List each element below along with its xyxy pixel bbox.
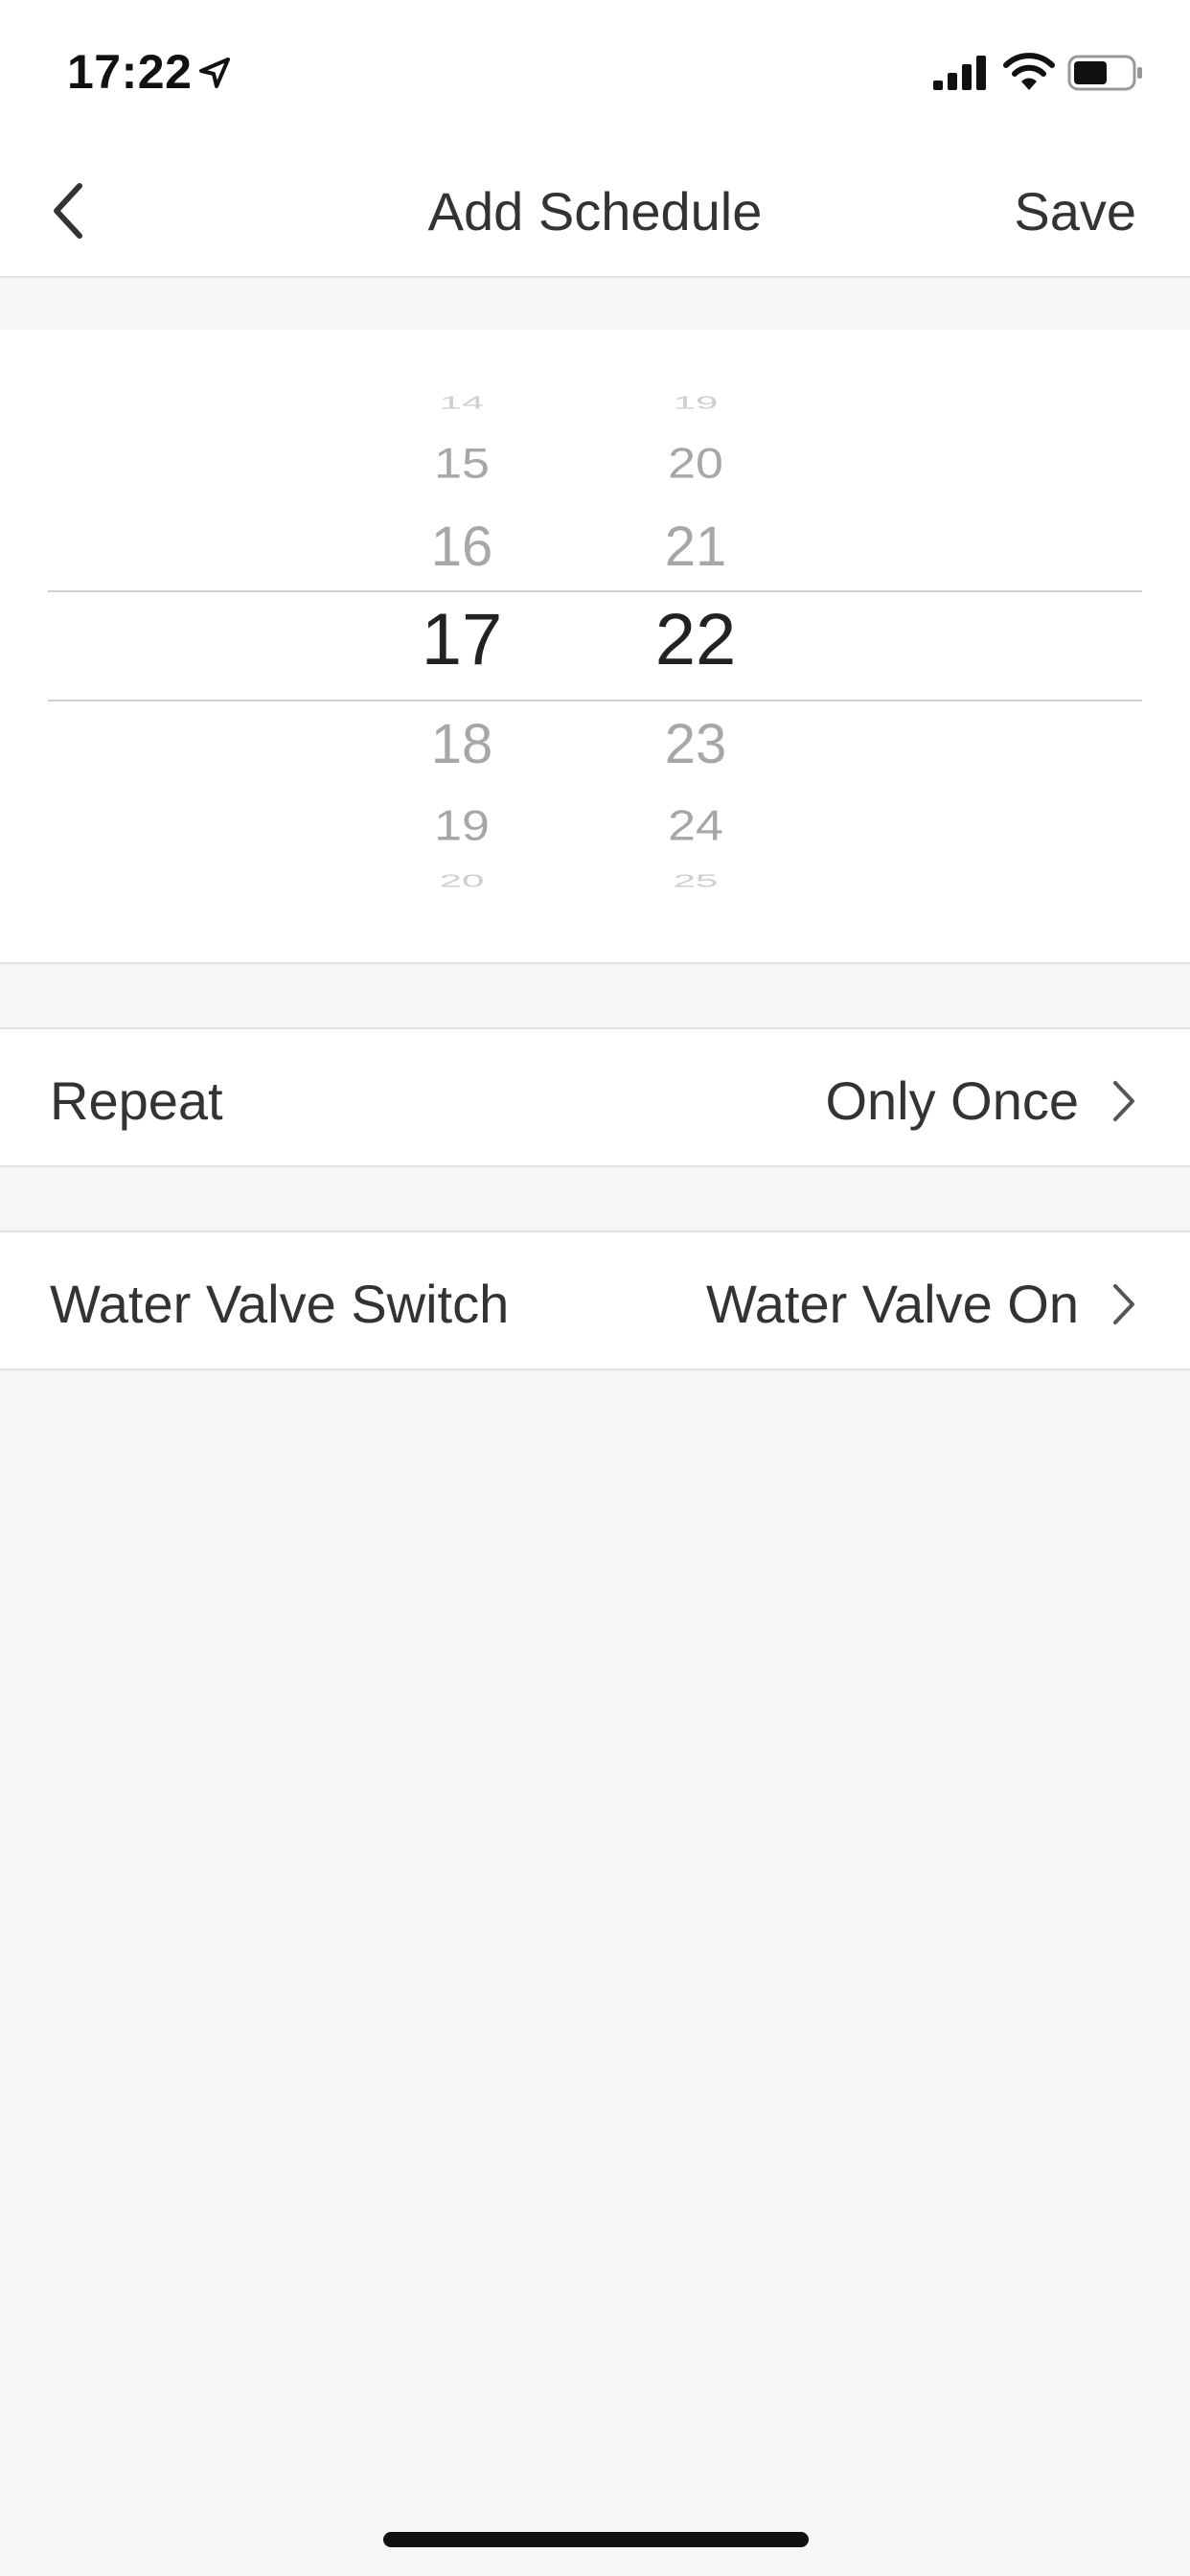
hour-selected[interactable]: 17 xyxy=(376,604,548,677)
hour-option[interactable]: 19 xyxy=(376,805,548,847)
repeat-row[interactable]: Repeat Only Once xyxy=(0,1027,1190,1167)
hour-wheel[interactable]: 14 15 16 17 18 19 20 xyxy=(376,330,548,964)
page-title: Add Schedule xyxy=(427,181,763,242)
minute-selected[interactable]: 22 xyxy=(609,604,782,677)
minute-option[interactable]: 24 xyxy=(609,805,782,847)
status-time: 17:22 xyxy=(67,45,193,99)
hour-option[interactable]: 15 xyxy=(376,443,548,485)
wifi-icon xyxy=(1003,53,1055,90)
chevron-right-icon xyxy=(1113,1081,1134,1121)
battery-icon xyxy=(1067,55,1142,91)
cellular-signal-icon xyxy=(933,56,986,90)
hour-option[interactable]: 20 xyxy=(376,871,548,890)
repeat-label: Repeat xyxy=(50,1070,223,1131)
minute-wheel[interactable]: 19 20 21 22 23 24 25 xyxy=(609,330,782,964)
picker-selection-top-line xyxy=(48,590,1142,592)
nav-bar: Add Schedule Save xyxy=(0,144,1190,278)
water-valve-switch-row[interactable]: Water Valve Switch Water Valve On xyxy=(0,1230,1190,1370)
minute-option[interactable]: 20 xyxy=(609,443,782,485)
picker-selection-bottom-line xyxy=(48,700,1142,702)
repeat-value: Only Once xyxy=(825,1070,1079,1131)
time-picker[interactable]: 14 15 16 17 18 19 20 19 20 21 22 23 24 2… xyxy=(0,330,1190,964)
save-button[interactable]: Save xyxy=(1014,180,1136,242)
location-arrow-icon xyxy=(199,58,230,88)
hour-option[interactable]: 18 xyxy=(376,717,548,772)
water-valve-switch-label: Water Valve Switch xyxy=(50,1274,510,1334)
home-indicator[interactable] xyxy=(383,2532,809,2547)
chevron-right-icon xyxy=(1113,1284,1134,1324)
hour-option[interactable]: 16 xyxy=(376,519,548,575)
water-valve-switch-value: Water Valve On xyxy=(705,1274,1079,1334)
hour-option[interactable]: 14 xyxy=(376,393,548,412)
minute-option[interactable]: 19 xyxy=(609,393,782,412)
status-bar: 17:22 xyxy=(0,0,1190,144)
minute-option[interactable]: 23 xyxy=(609,717,782,772)
minute-option[interactable]: 25 xyxy=(609,871,782,890)
minute-option[interactable]: 21 xyxy=(609,519,782,575)
